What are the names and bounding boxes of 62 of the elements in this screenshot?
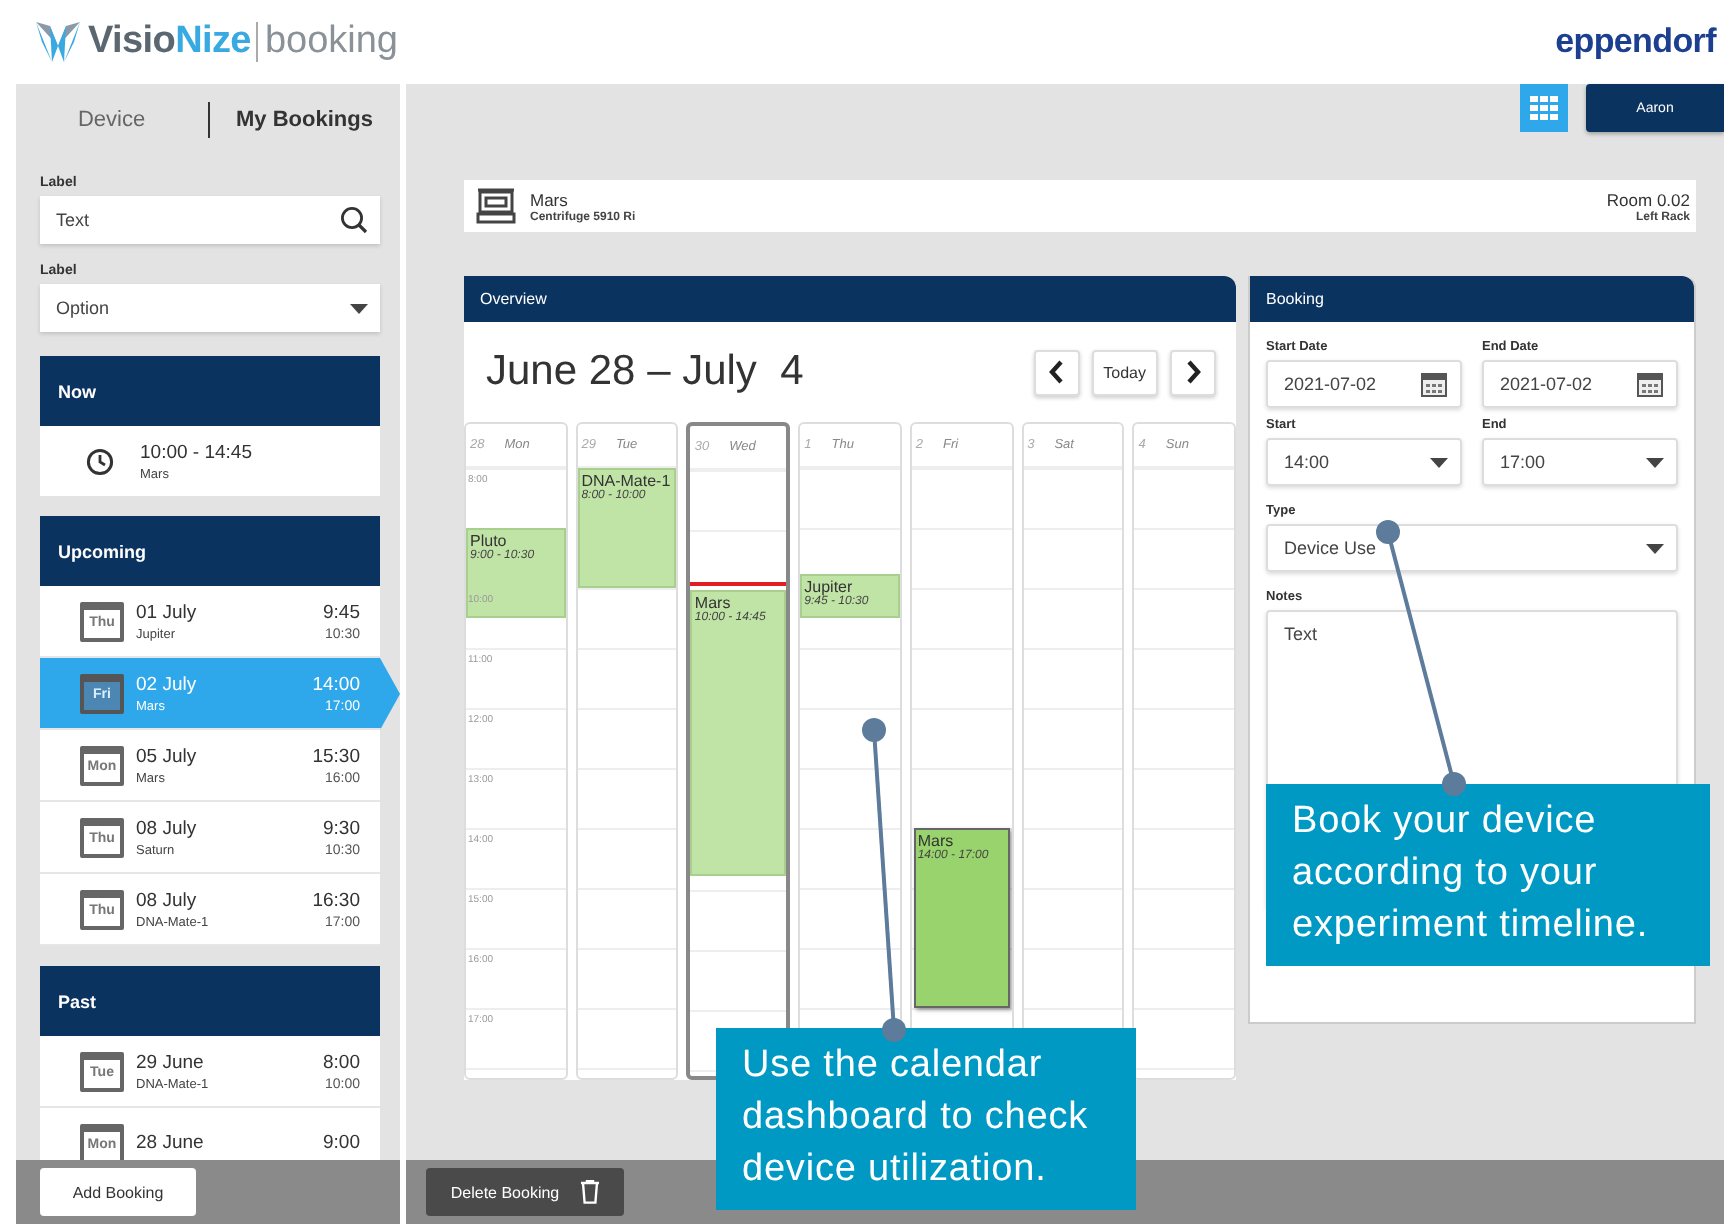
partner-logo: eppendorf xyxy=(1555,22,1716,62)
hint-tooltip: Book your device according to your experiment timeline. xyxy=(1266,784,1710,966)
tab[interactable]: My Bookings xyxy=(209,108,400,132)
start-time: 8:00 xyxy=(323,1051,360,1073)
booking-date: 28 June xyxy=(136,1132,206,1154)
next-week-button[interactable] xyxy=(1170,349,1216,395)
delete-booking-button[interactable]: Delete Booking xyxy=(426,1168,624,1216)
chevron-left-icon xyxy=(1048,360,1065,384)
section-header: Upcoming xyxy=(40,516,380,586)
event-title: Mars xyxy=(917,832,956,850)
add-booking-button[interactable]: Add Booking xyxy=(40,1168,196,1216)
time-dropdown[interactable]: 17:00 xyxy=(1482,438,1678,486)
booking-date: 05 July xyxy=(136,745,199,767)
booking-date: 08 July xyxy=(136,817,199,839)
search-icon[interactable] xyxy=(340,206,368,234)
section-header: Past xyxy=(40,966,380,1036)
machine-icon xyxy=(476,188,516,224)
start-time: 16:30 xyxy=(312,889,360,911)
product-name: booking xyxy=(256,22,398,62)
previous-week-button[interactable] xyxy=(1033,349,1080,395)
date-range-title: June 28 – July 4 xyxy=(486,348,804,396)
time-dropdown[interactable]: 14:00 xyxy=(1266,438,1462,486)
calendar-icon[interactable] xyxy=(1636,370,1664,398)
date-field[interactable]: 2021-07-02 xyxy=(1266,360,1462,408)
start-time: 9:00 xyxy=(323,1132,360,1154)
panel-header: Booking xyxy=(1250,276,1694,322)
start-time: 14:00 xyxy=(312,673,360,695)
booking-date: 02 July xyxy=(136,673,199,695)
caret-icon xyxy=(350,303,368,313)
caret-icon xyxy=(1430,457,1448,467)
grid-icon xyxy=(1530,96,1558,120)
start-time: 15:30 xyxy=(312,745,360,767)
hint-tooltip: Use the calendar dashboard to check device utilization. xyxy=(716,1028,1136,1210)
search-field[interactable]: Text xyxy=(40,196,380,244)
start-time: 9:45 xyxy=(323,601,360,623)
type-dropdown[interactable]: Device Use xyxy=(1266,524,1678,572)
booking-time: 10:00 - 14:45 xyxy=(140,441,254,463)
apps-button[interactable] xyxy=(1520,84,1568,132)
room-label: Room 0.02 xyxy=(1606,189,1690,209)
panel-header: Overview xyxy=(464,276,1236,322)
section-header: Now xyxy=(40,356,380,426)
chevron-right-icon xyxy=(1185,360,1201,384)
caret-icon xyxy=(1646,543,1664,553)
caret-icon xyxy=(1646,457,1664,467)
event-title: Pluto xyxy=(470,532,507,550)
event-title: Mars xyxy=(694,594,733,612)
option-dropdown[interactable]: Option xyxy=(40,284,380,332)
device-name: Mars xyxy=(530,189,570,209)
event-title: DNA-Mate-1 xyxy=(581,472,673,490)
booking-date: 08 July xyxy=(136,889,199,911)
event-title: Jupiter xyxy=(804,577,853,595)
tab[interactable]: Device xyxy=(16,108,207,132)
today-button[interactable]: Today xyxy=(1091,349,1158,395)
logo-icon xyxy=(34,18,82,66)
date-field[interactable]: 2021-07-02 xyxy=(1482,360,1678,408)
start-time: 9:30 xyxy=(323,817,360,839)
trash-icon xyxy=(579,1180,600,1204)
calendar-icon[interactable] xyxy=(1420,370,1448,398)
booking-date: 29 June xyxy=(136,1051,206,1073)
brand-name: VisioNize xyxy=(88,20,251,64)
clock-icon xyxy=(86,447,114,475)
booking-date: 01 July xyxy=(136,601,199,623)
